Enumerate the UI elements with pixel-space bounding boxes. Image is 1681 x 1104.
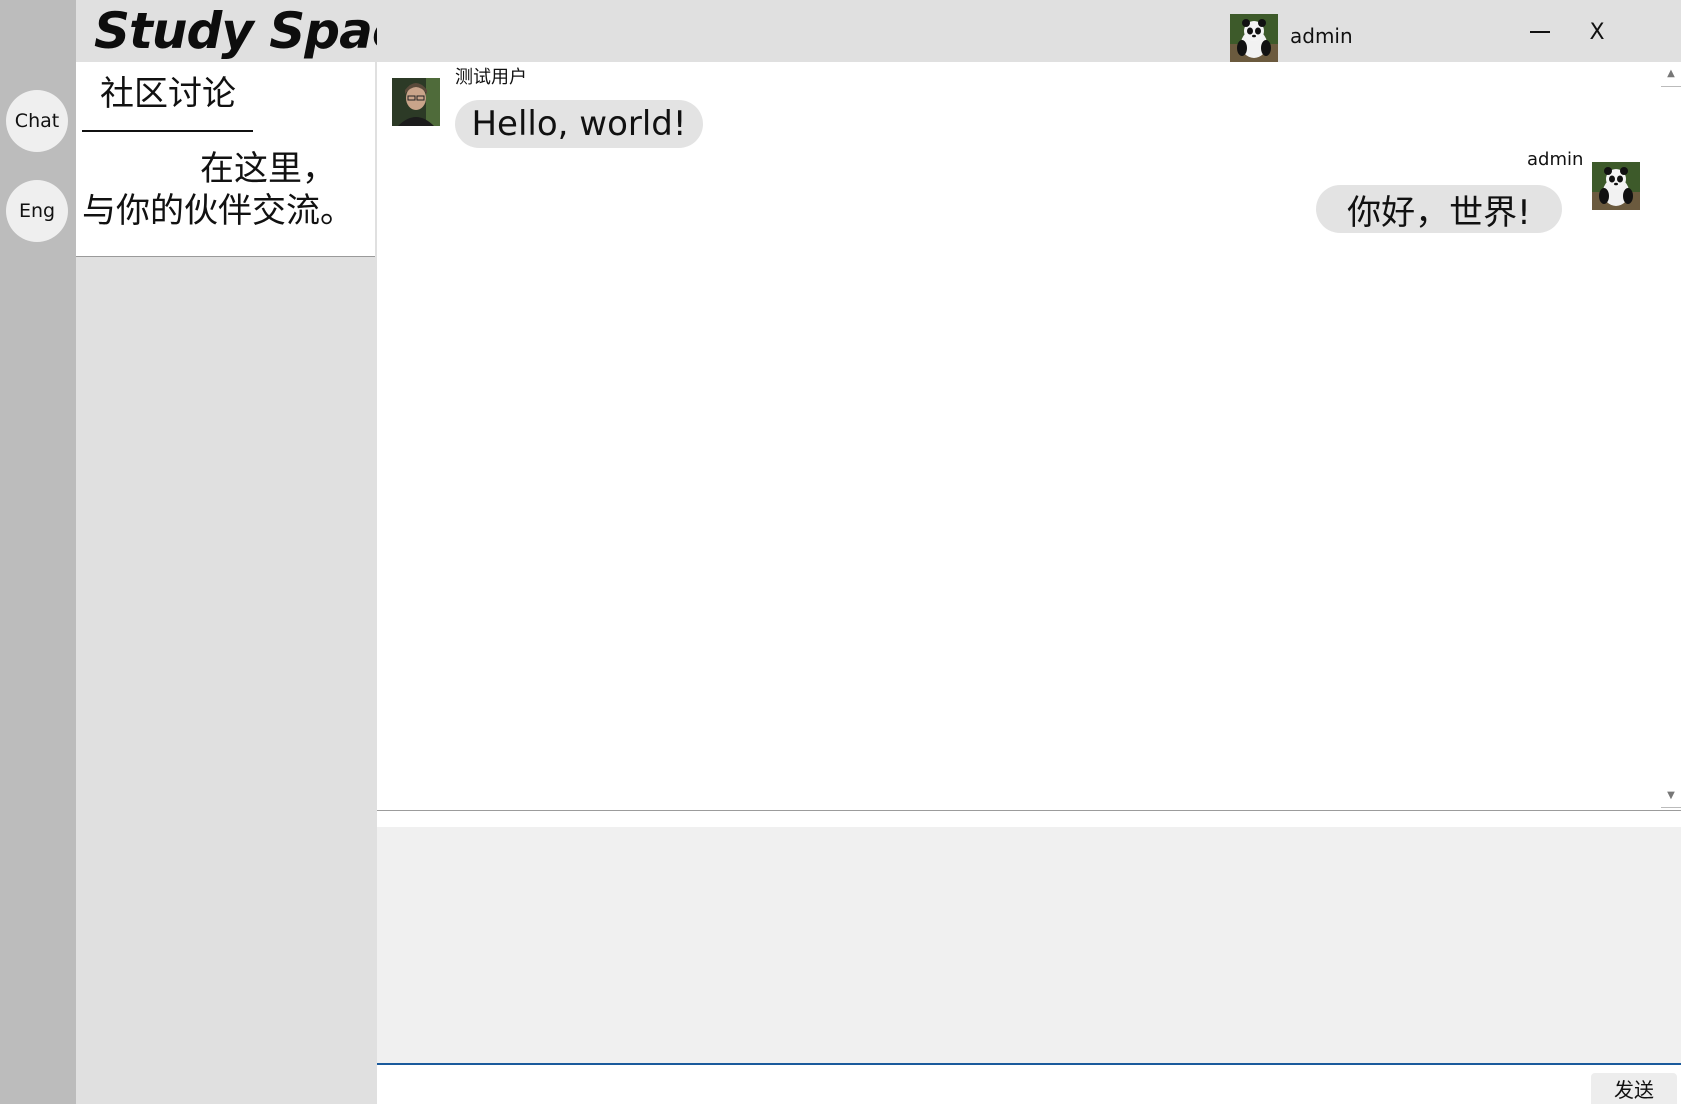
sender-avatar bbox=[392, 78, 440, 126]
minimize-button[interactable] bbox=[1520, 14, 1560, 50]
close-button[interactable]: X bbox=[1577, 14, 1617, 50]
channel-title: 社区讨论 bbox=[100, 74, 236, 114]
send-button[interactable]: 发送 bbox=[1591, 1073, 1677, 1104]
message-input[interactable] bbox=[377, 827, 1681, 1065]
message-bubble: Hello, world! bbox=[455, 100, 703, 148]
spacer bbox=[377, 811, 1681, 827]
scroll-up-arrow-icon[interactable]: ▲ bbox=[1661, 68, 1681, 82]
panda-avatar-icon bbox=[1230, 14, 1278, 62]
language-button[interactable]: Eng bbox=[6, 180, 68, 242]
sender-avatar bbox=[1592, 162, 1640, 210]
language-label: Eng bbox=[18, 200, 56, 222]
chat-nav-label: Chat bbox=[14, 110, 60, 132]
user-avatar[interactable] bbox=[1230, 14, 1278, 62]
minimize-icon bbox=[1530, 31, 1550, 33]
message-list[interactable]: 测试用户 Hello, world! admin 你好，世界! ▲ ▼ bbox=[377, 62, 1681, 811]
vertical-scrollbar[interactable]: ▲ ▼ bbox=[1661, 62, 1681, 809]
scroll-down-arrow-icon[interactable]: ▼ bbox=[1661, 790, 1681, 804]
scroll-divider bbox=[1661, 807, 1681, 808]
send-label: 发送 bbox=[1614, 1078, 1654, 1102]
channel-card[interactable]: 社区讨论 在这里，与你的伙伴交流。 bbox=[76, 62, 375, 257]
person-avatar-icon bbox=[392, 78, 440, 126]
sidebar: Study Space 社区讨论 在这里，与你的伙伴交流。 bbox=[76, 0, 434, 1104]
sender-name: admin bbox=[1527, 149, 1584, 170]
chat-nav-button[interactable]: Chat bbox=[6, 90, 68, 152]
panda-avatar-icon bbox=[1592, 162, 1640, 210]
composer-toolbar: 发送 bbox=[377, 1065, 1681, 1104]
close-icon: X bbox=[1589, 19, 1605, 45]
title-bar: admin X bbox=[377, 0, 1681, 62]
scroll-divider bbox=[1661, 86, 1681, 87]
sender-name: 测试用户 bbox=[455, 67, 527, 88]
channel-description: 在这里，与你的伙伴交流。 bbox=[82, 149, 354, 231]
left-rail: Chat Eng bbox=[0, 0, 76, 1104]
divider bbox=[82, 130, 253, 132]
current-username: admin bbox=[1290, 24, 1353, 48]
message-bubble: 你好，世界! bbox=[1316, 185, 1562, 233]
